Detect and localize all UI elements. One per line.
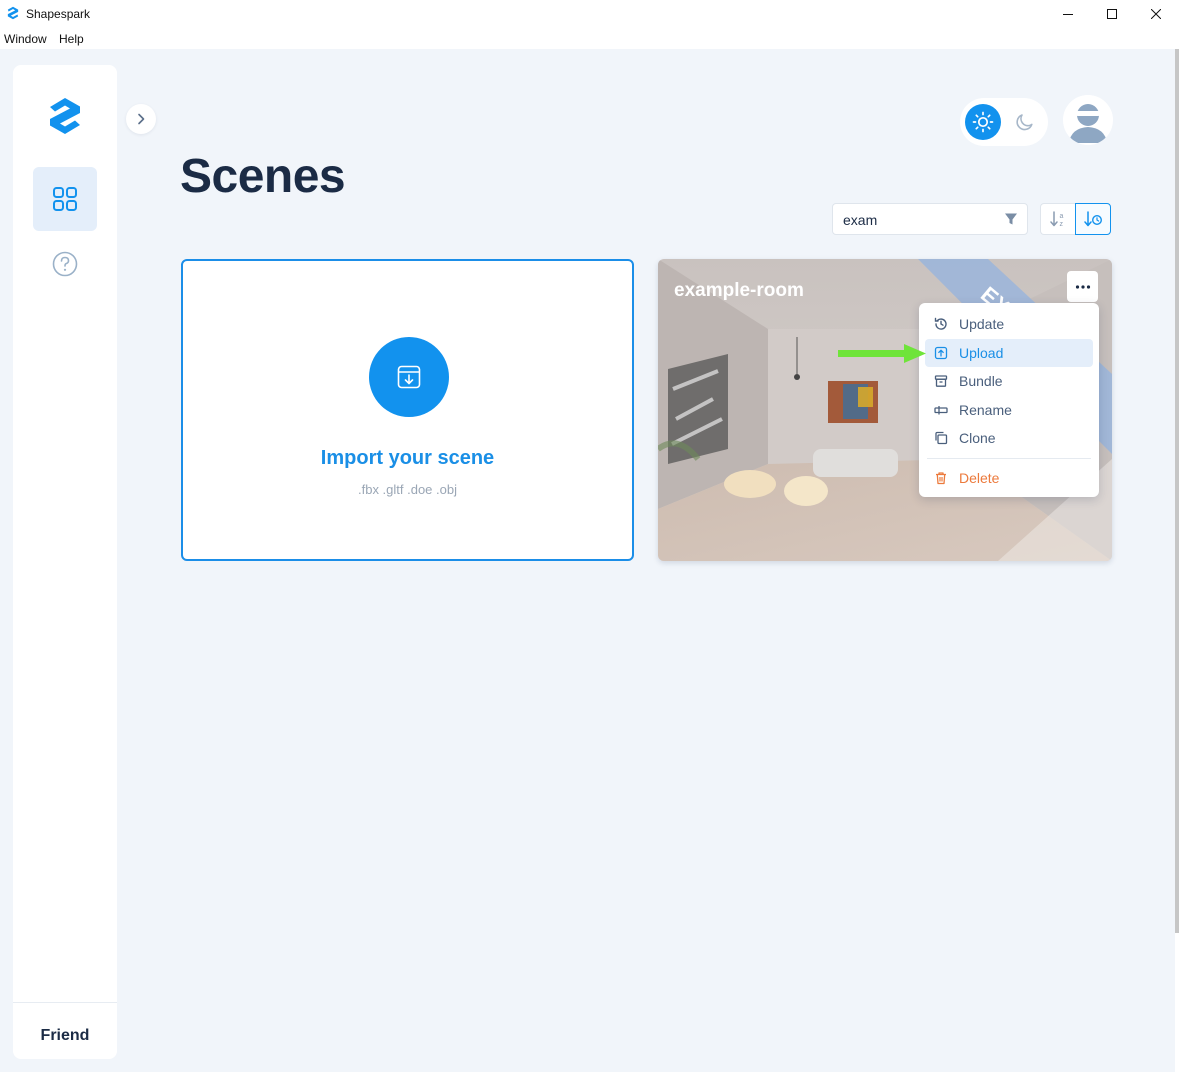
import-button[interactable] — [369, 337, 449, 417]
chevron-right-icon — [138, 113, 145, 125]
annotation-arrow — [836, 342, 928, 364]
history-icon — [934, 317, 947, 330]
scene-options-button[interactable] — [1067, 271, 1098, 302]
rename-icon — [934, 406, 948, 415]
sort-recent-icon — [1084, 211, 1103, 227]
sort-recent-button[interactable] — [1075, 203, 1111, 235]
sort-alpha-icon: a z — [1049, 211, 1063, 228]
app-content: Friend Scenes exam a z Import your scene… — [0, 49, 1175, 1072]
maximize-icon — [1107, 9, 1117, 19]
shapespark-logo-icon — [50, 98, 80, 134]
menu-item-label: Bundle — [959, 373, 1003, 389]
import-formats: .fbx .gltf .doe .obj — [357, 482, 457, 497]
import-icon — [397, 365, 421, 389]
window-title: Shapespark — [26, 7, 91, 21]
maximize-button[interactable] — [1089, 0, 1135, 28]
trash-icon — [936, 472, 946, 485]
sort-alphabetical-button[interactable]: a z — [1040, 203, 1076, 235]
window-titlebar: Shapespark — [0, 0, 1179, 28]
sort-toggle-group: a z — [1040, 203, 1111, 235]
menu-item-update[interactable]: Update — [925, 310, 1093, 338]
menu-window[interactable]: Window — [4, 32, 47, 46]
page-title: Scenes — [180, 150, 346, 203]
menu-item-label: Clone — [959, 430, 996, 446]
expand-sidebar-button[interactable] — [126, 104, 156, 134]
scene-search — [832, 203, 1028, 235]
sun-icon — [972, 111, 994, 133]
user-name[interactable]: Friend — [13, 1027, 117, 1045]
menu-item-label: Delete — [959, 470, 1000, 486]
moon-icon — [1016, 114, 1033, 131]
menu-item-upload[interactable]: Upload — [925, 339, 1093, 367]
menu-item-rename[interactable]: Rename — [925, 396, 1093, 424]
copy-icon — [935, 431, 948, 445]
scene-context-menu: Update Upload Bundle Rename Clone Delete — [919, 303, 1099, 497]
sidebar: Friend — [13, 65, 117, 1059]
menu-separator — [927, 458, 1091, 459]
arrow-right-icon — [838, 344, 926, 363]
archive-icon — [934, 375, 948, 387]
menu-item-clone[interactable]: Clone — [925, 424, 1093, 452]
menu-item-label: Upload — [959, 345, 1004, 361]
svg-text:a: a — [1059, 213, 1063, 220]
help-circle-icon — [52, 251, 78, 277]
sidebar-divider — [13, 1002, 117, 1003]
more-horizontal-icon — [1075, 284, 1090, 289]
vertical-scrollbar[interactable] — [1175, 49, 1179, 1072]
theme-toggle — [960, 98, 1048, 146]
avatar-icon — [1063, 95, 1113, 145]
app-logo-icon — [7, 6, 19, 20]
menu-help[interactable]: Help — [59, 32, 84, 46]
user-avatar[interactable] — [1063, 95, 1113, 145]
sidebar-item-help[interactable] — [51, 250, 79, 278]
close-icon — [1151, 9, 1161, 19]
menu-item-label: Rename — [959, 402, 1012, 418]
close-button[interactable] — [1133, 0, 1179, 28]
menu-bar: Window Help — [0, 29, 1179, 49]
menu-item-delete[interactable]: Delete — [925, 464, 1093, 492]
dark-theme-button[interactable] — [1007, 104, 1043, 140]
svg-text:z: z — [1059, 221, 1063, 228]
menu-item-label: Update — [959, 316, 1005, 332]
minimize-button[interactable] — [1045, 0, 1091, 28]
light-theme-button[interactable] — [965, 104, 1001, 140]
import-scene-card[interactable]: Import your scene .fbx .gltf .doe .obj — [181, 259, 634, 561]
upload-icon — [934, 346, 948, 360]
grid-icon — [53, 187, 77, 211]
minimize-icon — [1063, 14, 1073, 15]
scrollbar-thumb[interactable] — [1175, 49, 1179, 933]
search-input[interactable] — [843, 210, 993, 230]
import-title: Import your scene — [320, 447, 495, 469]
sidebar-item-scenes[interactable] — [33, 167, 97, 231]
filter-icon[interactable] — [1003, 211, 1019, 227]
scene-name: example-room — [674, 280, 804, 301]
menu-item-bundle[interactable]: Bundle — [925, 367, 1093, 395]
